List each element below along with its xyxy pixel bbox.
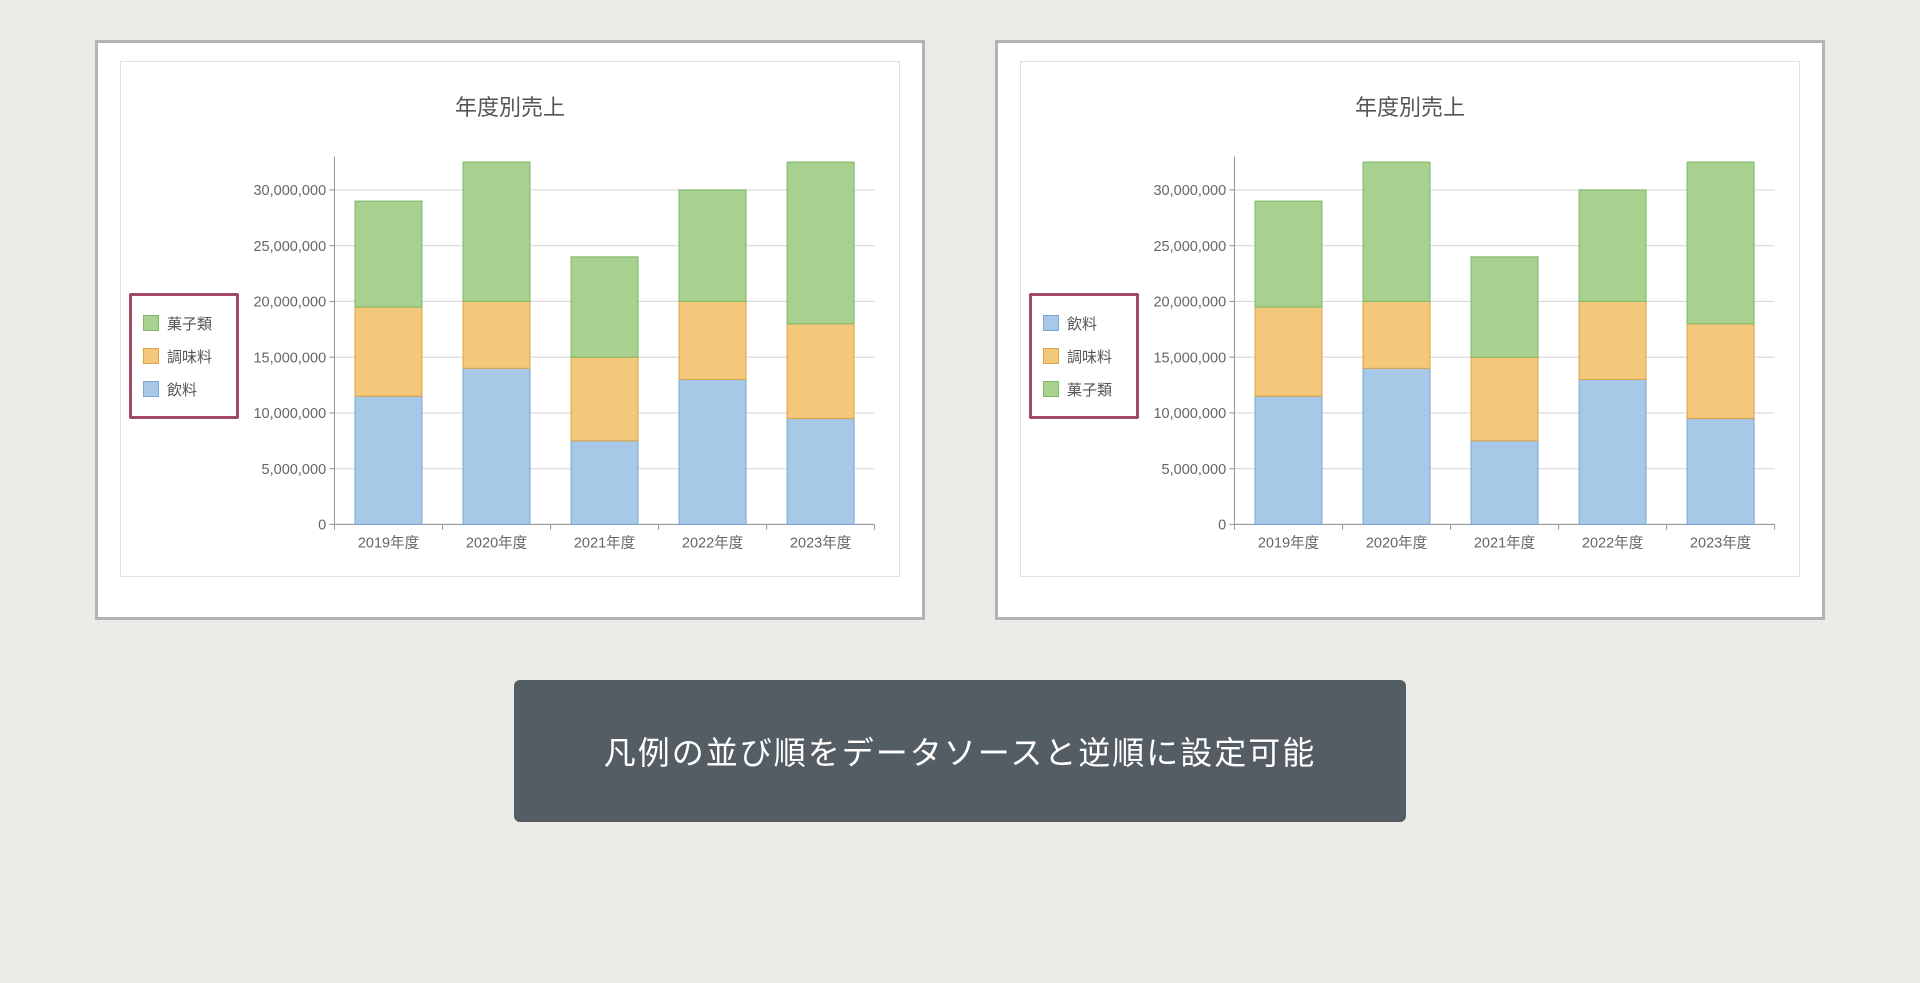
chart-svg: 0 5,000,000 10,000,000 15,000,000 20,000,000… <box>1141 146 1785 566</box>
legend-item-sweets: 菓子類 <box>1043 379 1123 400</box>
svg-text:0: 0 <box>318 518 326 534</box>
legend-label: 調味料 <box>167 346 212 367</box>
svg-text:25,000,000: 25,000,000 <box>253 239 326 255</box>
svg-text:30,000,000: 30,000,000 <box>1153 183 1226 199</box>
legend-label: 飲料 <box>167 379 197 400</box>
svg-text:30,000,000: 30,000,000 <box>253 183 326 199</box>
svg-text:2023年度: 2023年度 <box>1690 534 1752 551</box>
swatch-blue-icon <box>1043 315 1059 331</box>
chart-inner: 年度別売上 飲料 調味料 菓子類 <box>1020 61 1800 577</box>
svg-text:25,000,000: 25,000,000 <box>1153 239 1226 255</box>
legend-item-drinks: 飲料 <box>143 379 223 400</box>
svg-text:5,000,000: 5,000,000 <box>262 462 327 478</box>
svg-text:15,000,000: 15,000,000 <box>1153 350 1226 366</box>
chart-title: 年度別売上 <box>135 72 885 146</box>
swatch-green-icon <box>1043 381 1059 397</box>
svg-text:2021年度: 2021年度 <box>1474 534 1536 551</box>
legend-item-sweets: 菓子類 <box>143 313 223 334</box>
svg-text:2022年度: 2022年度 <box>1582 534 1644 551</box>
chart-plot: 0 5,000,000 10,000,000 15,000,000 20,000,000… <box>1141 146 1785 566</box>
chart-card-left: 年度別売上 菓子類 調味料 飲料 <box>95 40 925 620</box>
svg-text:2022年度: 2022年度 <box>682 534 744 551</box>
caption-box: 凡例の並び順をデータソースと逆順に設定可能 <box>514 680 1406 822</box>
chart-body: 菓子類 調味料 飲料 0 5,000,000 10,000,000 15,000,00… <box>135 146 885 566</box>
chart-card-right: 年度別売上 飲料 調味料 菓子類 <box>995 40 1825 620</box>
chart-svg: 0 5,000,000 10,000,000 15,000,000 20,000,000… <box>241 146 885 566</box>
chart-inner: 年度別売上 菓子類 調味料 飲料 <box>120 61 900 577</box>
chart-title: 年度別売上 <box>1035 72 1785 146</box>
legend-label: 調味料 <box>1067 346 1112 367</box>
svg-text:20,000,000: 20,000,000 <box>253 295 326 311</box>
swatch-blue-icon <box>143 381 159 397</box>
svg-text:2020年度: 2020年度 <box>1366 534 1428 551</box>
svg-text:2021年度: 2021年度 <box>574 534 636 551</box>
svg-text:15,000,000: 15,000,000 <box>253 350 326 366</box>
chart-body: 飲料 調味料 菓子類 0 5,000,000 10,000,000 15,000,00… <box>1035 146 1785 566</box>
legend-label: 菓子類 <box>167 313 212 334</box>
svg-text:2019年度: 2019年度 <box>358 534 420 551</box>
swatch-orange-icon <box>143 348 159 364</box>
swatch-green-icon <box>143 315 159 331</box>
svg-text:10,000,000: 10,000,000 <box>253 406 326 422</box>
svg-text:0: 0 <box>1218 518 1226 534</box>
legend-item-seasoning: 調味料 <box>1043 346 1123 367</box>
chart-legend-right: 飲料 調味料 菓子類 <box>1035 146 1137 566</box>
legend-label: 飲料 <box>1067 313 1097 334</box>
svg-text:10,000,000: 10,000,000 <box>1153 406 1226 422</box>
svg-text:2020年度: 2020年度 <box>466 534 528 551</box>
svg-text:2023年度: 2023年度 <box>790 534 852 551</box>
charts-row: 年度別売上 菓子類 調味料 飲料 <box>50 40 1870 620</box>
legend-label: 菓子類 <box>1067 379 1112 400</box>
chart-legend-left: 菓子類 調味料 飲料 <box>135 146 237 566</box>
svg-text:5,000,000: 5,000,000 <box>1162 462 1227 478</box>
legend-item-drinks: 飲料 <box>1043 313 1123 334</box>
chart-plot: 0 5,000,000 10,000,000 15,000,000 20,000,000… <box>241 146 885 566</box>
svg-text:20,000,000: 20,000,000 <box>1153 295 1226 311</box>
swatch-orange-icon <box>1043 348 1059 364</box>
legend-item-seasoning: 調味料 <box>143 346 223 367</box>
svg-text:2019年度: 2019年度 <box>1258 534 1320 551</box>
